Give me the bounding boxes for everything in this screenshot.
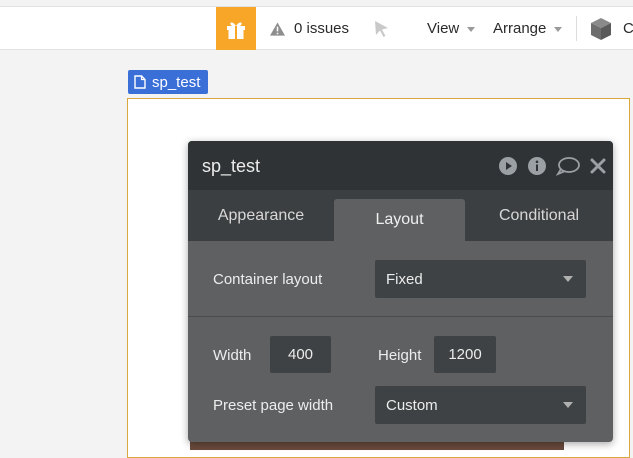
height-value: 1200: [448, 346, 482, 363]
view-label: View: [427, 20, 460, 37]
tab-conditional[interactable]: Conditional: [465, 190, 613, 241]
pointer-icon: [375, 20, 388, 37]
width-input[interactable]: 400: [270, 336, 331, 373]
width-value: 400: [287, 346, 314, 363]
tab-appearance[interactable]: Appearance: [188, 190, 334, 241]
issues-label: 0 issues: [294, 20, 350, 37]
page-tag-label: sp_test: [152, 73, 201, 91]
truncated-label: C: [623, 20, 633, 37]
toolbar-divider: [576, 16, 577, 41]
plugins-button[interactable]: [589, 7, 613, 50]
inspect-button[interactable]: [372, 7, 392, 50]
play-icon[interactable]: [498, 156, 518, 176]
info-icon[interactable]: [527, 156, 547, 176]
gift-icon: [227, 22, 245, 39]
panel-header[interactable]: sp_test: [188, 141, 613, 190]
warning-icon: [270, 21, 285, 36]
view-menu[interactable]: View: [427, 7, 476, 50]
container-layout-value: Fixed: [386, 270, 423, 288]
tab-layout[interactable]: Layout: [334, 199, 465, 241]
width-label: Width: [213, 347, 252, 364]
top-toolbar: 0 issues View Arrange C: [0, 6, 633, 50]
height-input[interactable]: 1200: [434, 336, 496, 373]
page-icon: [134, 75, 146, 89]
gift-button[interactable]: [216, 7, 256, 50]
property-editor: sp_test Appearance Layout Conditional Co…: [188, 141, 613, 442]
height-label: Height: [378, 347, 422, 364]
chevron-down-icon: [563, 402, 573, 408]
section-divider: [188, 316, 613, 317]
close-icon[interactable]: [589, 157, 607, 175]
container-layout-dropdown[interactable]: Fixed: [375, 260, 586, 298]
container-layout-label: Container layout: [213, 271, 323, 288]
page-tag[interactable]: sp_test: [128, 70, 209, 94]
panel-tabs: Appearance Layout Conditional: [188, 190, 613, 241]
chevron-down-icon: [554, 27, 563, 32]
chevron-down-icon: [467, 27, 476, 32]
preset-page-width-value: Custom: [386, 396, 438, 414]
issues-button[interactable]: 0 issues: [270, 7, 349, 50]
chevron-down-icon: [563, 276, 573, 282]
panel-title: sp_test: [202, 156, 261, 176]
arrange-menu[interactable]: Arrange: [493, 7, 563, 50]
arrange-label: Arrange: [493, 20, 547, 37]
truncated-menu-label[interactable]: C: [623, 7, 633, 50]
panel-actions: [498, 156, 607, 176]
preset-page-width-label: Preset page width: [213, 397, 334, 414]
comment-icon[interactable]: [556, 156, 580, 176]
cube-icon: [591, 17, 611, 40]
preset-page-width-dropdown[interactable]: Custom: [375, 386, 586, 424]
